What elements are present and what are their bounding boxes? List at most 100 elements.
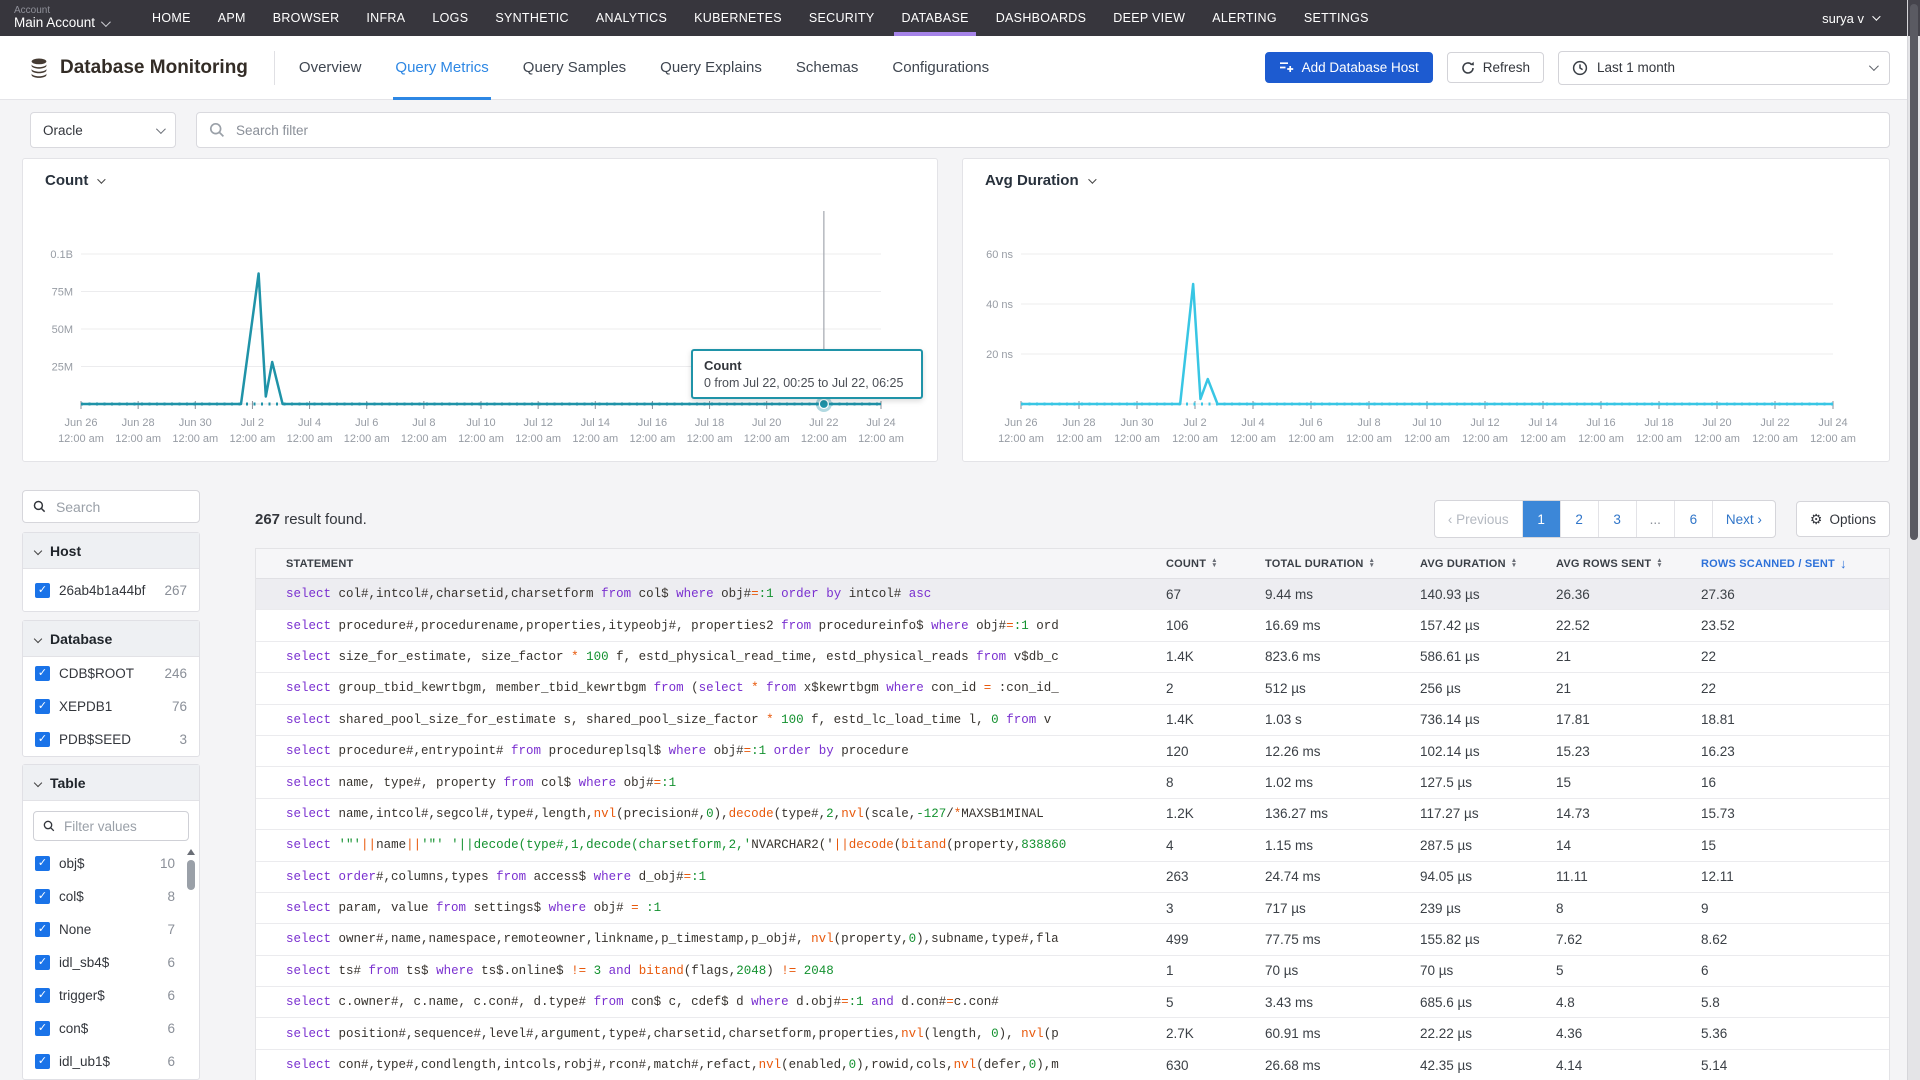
host-facet-header[interactable]: Host [23,533,199,569]
nav-item-logs[interactable]: LOGS [432,0,468,36]
table-row[interactable]: select procedure#,procedurename,properti… [256,610,1889,641]
facet-search-input[interactable] [54,498,189,516]
facet-item-col[interactable]: ✓col$8 [23,880,187,913]
database-facet-header[interactable]: Database [23,621,199,657]
tab-query-samples[interactable]: Query Samples [523,36,626,99]
checkbox-checked-icon[interactable]: ✓ [35,922,50,937]
table-row[interactable]: select ts# from ts$ where ts$.online$ !=… [256,956,1889,987]
facet-item-CDBROOT[interactable]: ✓CDB$ROOT246 [23,657,199,690]
account-switcher[interactable]: Account Main Account [0,5,136,31]
checkbox-checked-icon[interactable]: ✓ [35,988,50,1003]
column-header-total-duration[interactable]: TOTAL DURATION▲▼ [1265,558,1420,570]
scroll-thumb[interactable] [187,860,195,890]
facet-item-26ab4b1a44bf[interactable]: ✓26ab4b1a44bf267 [23,569,199,611]
table-row[interactable]: select size_for_estimate, size_factor * … [256,642,1889,673]
nav-item-synthetic[interactable]: SYNTHETIC [495,0,569,36]
cell-count: 67 [1166,587,1265,602]
cell-total-duration: 1.03 s [1265,712,1420,727]
avg-duration-chart-title[interactable]: Avg Duration [985,172,1094,189]
avg-duration-chart[interactable]: 20 ns40 ns60 nsJun 2612:00 amJun 2812:00… [963,203,1889,461]
page-scroll-thumb[interactable] [1910,4,1918,540]
table-row[interactable]: select shared_pool_size_for_estimate s, … [256,705,1889,736]
engine-select[interactable]: Oracle [30,112,176,148]
tab-query-metrics[interactable]: Query Metrics [395,36,488,99]
column-header-statement[interactable]: STATEMENT [256,558,1166,570]
nav-item-infra[interactable]: INFRA [366,0,405,36]
next-page-button[interactable]: Next › [1712,501,1775,537]
table-row[interactable]: select '"'||name||'"' '||decode(type#,1,… [256,830,1889,861]
tab-schemas[interactable]: Schemas [796,36,859,99]
svg-text:12:00 am: 12:00 am [687,433,733,445]
column-header-count[interactable]: COUNT▲▼ [1166,558,1265,570]
nav-item-settings[interactable]: SETTINGS [1304,0,1369,36]
tab-overview[interactable]: Overview [299,36,362,99]
scroll-up-icon[interactable] [187,849,195,855]
table-row[interactable]: select col#,intcol#,charsetid,charsetfor… [256,579,1889,610]
nav-item-database[interactable]: DATABASE [901,0,968,36]
table-row[interactable]: select order#,columns,types from access$… [256,862,1889,893]
checkbox-checked-icon[interactable]: ✓ [35,666,50,681]
facet-item-idl_sb4[interactable]: ✓idl_sb4$6 [23,946,187,979]
count-chart[interactable]: 25M50M75M0.1BJun 2612:00 amJun 2812:00 a… [23,203,937,461]
options-button[interactable]: ⚙ Options [1796,501,1890,537]
user-menu[interactable]: surya v [1822,11,1878,26]
statement-cell: select name, type#, property from col$ w… [256,776,1166,790]
tab-configurations[interactable]: Configurations [892,36,989,99]
page-button-...[interactable]: ... [1636,501,1674,537]
facet-item-idl_ub1[interactable]: ✓idl_ub1$6 [23,1045,187,1078]
checkbox-checked-icon[interactable]: ✓ [35,583,50,598]
column-header-avg-duration[interactable]: AVG DURATION▲▼ [1420,558,1556,570]
nav-item-kubernetes[interactable]: KUBERNETES [694,0,782,36]
facet-item-None[interactable]: ✓None7 [23,913,187,946]
page-button-1[interactable]: 1 [1522,501,1560,537]
nav-item-apm[interactable]: APM [218,0,246,36]
table-row[interactable]: select owner#,name,namespace,remoteowner… [256,924,1889,955]
facet-item-con[interactable]: ✓con$6 [23,1012,187,1045]
time-range-select[interactable]: Last 1 month [1558,51,1890,85]
previous-page-button[interactable]: ‹ Previous [1435,501,1522,537]
table-row[interactable]: select name, type#, property from col$ w… [256,767,1889,798]
cell-total-duration: 77.75 ms [1265,932,1420,947]
table-row[interactable]: select position#,sequence#,level#,argume… [256,1018,1889,1049]
table-row[interactable]: select con#,type#,condlength,intcols,rob… [256,1050,1889,1080]
table-row[interactable]: select name,intcol#,segcol#,type#,length… [256,799,1889,830]
facet-item-XEPDB1[interactable]: ✓XEPDB176 [23,690,199,723]
nav-item-security[interactable]: SECURITY [809,0,875,36]
facet-item-trigger[interactable]: ✓trigger$6 [23,979,187,1012]
page-scrollbar[interactable] [1907,0,1920,1080]
checkbox-checked-icon[interactable]: ✓ [35,1054,50,1069]
nav-item-deep-view[interactable]: DEEP VIEW [1113,0,1185,36]
count-chart-title[interactable]: Count [45,172,103,189]
page-button-3[interactable]: 3 [1598,501,1636,537]
refresh-button[interactable]: Refresh [1447,52,1544,83]
table-row[interactable]: select param, value from settings$ where… [256,893,1889,924]
tab-query-explains[interactable]: Query Explains [660,36,762,99]
facet-label: idl_sb4$ [59,955,109,970]
checkbox-checked-icon[interactable]: ✓ [35,856,50,871]
nav-item-browser[interactable]: BROWSER [273,0,340,36]
facet-item-PDBSEED[interactable]: ✓PDB$SEED3 [23,723,199,756]
nav-item-alerting[interactable]: ALERTING [1212,0,1277,36]
table-row[interactable]: select group_tbid_kewrtbgm, member_tbid_… [256,673,1889,704]
checkbox-checked-icon[interactable]: ✓ [35,955,50,970]
add-database-host-button[interactable]: Add Database Host [1265,52,1433,83]
column-header-rows-scanned-sent[interactable]: ROWS SCANNED / SENT↓ [1701,556,1889,571]
facet-scrollbar[interactable] [186,849,196,969]
checkbox-checked-icon[interactable]: ✓ [35,732,50,747]
nav-item-analytics[interactable]: ANALYTICS [596,0,667,36]
cell-total-duration: 9.44 ms [1265,587,1420,602]
table-row[interactable]: select procedure#,entrypoint# from proce… [256,736,1889,767]
facet-item-obj[interactable]: ✓obj$10 [23,847,187,880]
checkbox-checked-icon[interactable]: ✓ [35,1021,50,1036]
checkbox-checked-icon[interactable]: ✓ [35,889,50,904]
column-header-avg-rows-sent[interactable]: AVG ROWS SENT▲▼ [1556,558,1701,570]
checkbox-checked-icon[interactable]: ✓ [35,699,50,714]
page-button-6[interactable]: 6 [1674,501,1712,537]
table-facet-header[interactable]: Table [23,765,199,801]
search-filter-input[interactable] [234,122,1877,139]
table-facet-filter-input[interactable] [62,818,179,835]
nav-item-dashboards[interactable]: DASHBOARDS [996,0,1087,36]
nav-item-home[interactable]: HOME [152,0,191,36]
table-row[interactable]: select c.owner#, c.name, c.con#, d.type#… [256,987,1889,1018]
page-button-2[interactable]: 2 [1560,501,1598,537]
